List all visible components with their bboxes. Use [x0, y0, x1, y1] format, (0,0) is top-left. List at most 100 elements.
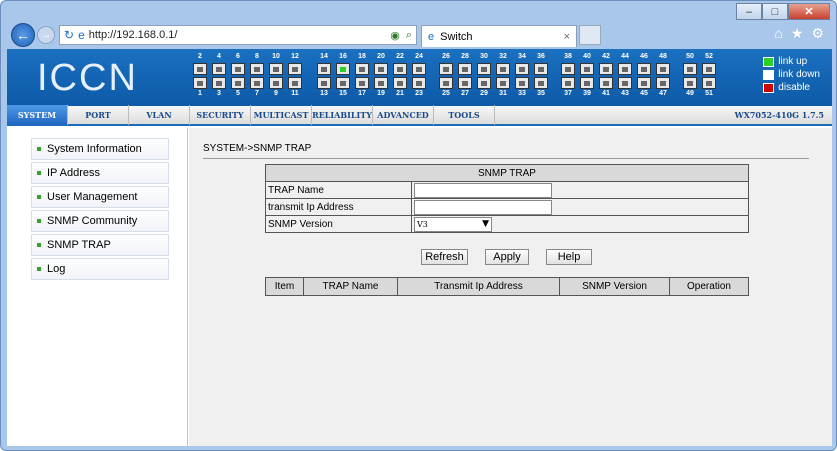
trap-name-input[interactable] [414, 182, 552, 198]
sidebar-item-log[interactable]: Log [31, 258, 169, 280]
port-5-icon[interactable] [231, 77, 245, 89]
port-29-icon[interactable] [477, 77, 491, 89]
port-48-icon[interactable] [656, 63, 670, 75]
port-33-icon[interactable] [515, 77, 529, 89]
port-number-15: 15 [339, 90, 347, 97]
menu-vlan[interactable]: VLAN [129, 105, 190, 125]
device-banner: ICCN 2 1 4 3 6 5 8 7 10 9 12 11 14 13 16 15 18 17 20 19 22 21… [7, 49, 832, 106]
port-27-icon[interactable] [458, 77, 472, 89]
port-19-icon[interactable] [374, 77, 388, 89]
port-25-icon[interactable] [439, 77, 453, 89]
port-7-icon[interactable] [250, 77, 264, 89]
port-49-icon[interactable] [683, 77, 697, 89]
port-13-icon[interactable] [317, 77, 331, 89]
port-10-icon[interactable] [269, 63, 283, 75]
close-button[interactable]: ✕ [788, 3, 830, 20]
col-transmit-ip: Transmit Ip Address [397, 277, 560, 296]
sidebar-item-snmp-community[interactable]: SNMP Community [31, 210, 169, 232]
page-content: ICCN 2 1 4 3 6 5 8 7 10 9 12 11 14 13 16 15 18 17 20 19 22 21… [7, 49, 832, 446]
port-39-icon[interactable] [580, 77, 594, 89]
port-36-icon[interactable] [534, 63, 548, 75]
port-23-icon[interactable] [412, 77, 426, 89]
port-28-icon[interactable] [458, 63, 472, 75]
port-34-icon[interactable] [515, 63, 529, 75]
port-8-icon[interactable] [250, 63, 264, 75]
port-38-icon[interactable] [561, 63, 575, 75]
home-icon[interactable]: ⌂ [774, 25, 782, 42]
port-number-23: 23 [415, 90, 423, 97]
port-45-icon[interactable] [637, 77, 651, 89]
menu-tools[interactable]: TOOLS [434, 105, 495, 125]
port-4-icon[interactable] [212, 63, 226, 75]
favorites-star-icon[interactable]: ★ [791, 25, 804, 42]
port-50-icon[interactable] [683, 63, 697, 75]
port-16-icon[interactable] [336, 63, 350, 75]
window-controls: – □ ✕ [736, 3, 830, 20]
port-43-icon[interactable] [618, 77, 632, 89]
snmp-version-select[interactable]: V3 ▼ [414, 216, 492, 232]
port-3-icon[interactable] [212, 77, 226, 89]
forward-button[interactable]: → [37, 26, 55, 44]
port-20-icon[interactable] [374, 63, 388, 75]
tab-close-icon[interactable]: × [564, 31, 570, 43]
port-37-icon[interactable] [561, 77, 575, 89]
port-46-icon[interactable] [637, 63, 651, 75]
sidebar-item-user-management[interactable]: User Management [31, 186, 169, 208]
port-21-icon[interactable] [393, 77, 407, 89]
port-52-icon[interactable] [702, 63, 716, 75]
sidebar-item-system-information[interactable]: System Information [31, 138, 169, 160]
address-bar[interactable]: ↻ e http://192.168.0.1/ ◉ ⌕ [59, 25, 417, 45]
port-51-icon[interactable] [702, 77, 716, 89]
action-buttons: Refresh Apply Help [421, 249, 592, 265]
menu-advanced[interactable]: ADVANCED [373, 105, 434, 125]
port-18-icon[interactable] [355, 63, 369, 75]
port-11-icon[interactable] [288, 77, 302, 89]
port-12-icon[interactable] [288, 63, 302, 75]
menu-multicast[interactable]: MULTICAST [251, 105, 312, 125]
bullet-icon [37, 267, 41, 271]
menu-reliability[interactable]: RELIABILITY [312, 105, 373, 125]
port-9-icon[interactable] [269, 77, 283, 89]
snmp-version-label: SNMP Version [265, 215, 412, 233]
port-number-19: 19 [377, 90, 385, 97]
refresh-button[interactable]: Refresh [421, 249, 468, 265]
port-15-icon[interactable] [336, 77, 350, 89]
minimize-button[interactable]: – [736, 3, 762, 20]
ip-address-input[interactable] [414, 199, 552, 215]
menu-port[interactable]: PORT [68, 105, 129, 125]
port-41-icon[interactable] [599, 77, 613, 89]
port-40-icon[interactable] [580, 63, 594, 75]
settings-gear-icon[interactable]: ⚙ [811, 25, 824, 42]
port-17-icon[interactable] [355, 77, 369, 89]
search-icon[interactable]: ⌕ [406, 29, 412, 42]
sidebar-item-snmp-trap[interactable]: SNMP TRAP [31, 234, 169, 256]
sidebar-item-ip-address[interactable]: IP Address [31, 162, 169, 184]
compat-icon[interactable]: ◉ [390, 29, 400, 42]
maximize-button[interactable]: □ [762, 3, 788, 20]
back-button[interactable]: ← [11, 23, 35, 47]
port-1-icon[interactable] [193, 77, 207, 89]
refresh-icon[interactable]: ↻ [64, 28, 74, 42]
port-26-icon[interactable] [439, 63, 453, 75]
port-44-icon[interactable] [618, 63, 632, 75]
apply-button[interactable]: Apply [485, 249, 529, 265]
port-2-icon[interactable] [193, 63, 207, 75]
menu-security[interactable]: SECURITY [190, 105, 251, 125]
port-6-icon[interactable] [231, 63, 245, 75]
port-30-icon[interactable] [477, 63, 491, 75]
sidebar-item-label: System Information [47, 143, 142, 155]
port-22-icon[interactable] [393, 63, 407, 75]
sidebar-item-label: IP Address [47, 167, 100, 179]
port-47-icon[interactable] [656, 77, 670, 89]
menu-system[interactable]: SYSTEM [7, 105, 68, 125]
help-button[interactable]: Help [546, 249, 592, 265]
browser-tab[interactable]: e Switch × [421, 25, 577, 47]
port-31-icon[interactable] [496, 77, 510, 89]
port-14-icon[interactable] [317, 63, 331, 75]
port-42-icon[interactable] [599, 63, 613, 75]
port-number-29: 29 [480, 90, 488, 97]
port-24-icon[interactable] [412, 63, 426, 75]
port-35-icon[interactable] [534, 77, 548, 89]
new-tab-button[interactable] [579, 25, 601, 45]
port-32-icon[interactable] [496, 63, 510, 75]
